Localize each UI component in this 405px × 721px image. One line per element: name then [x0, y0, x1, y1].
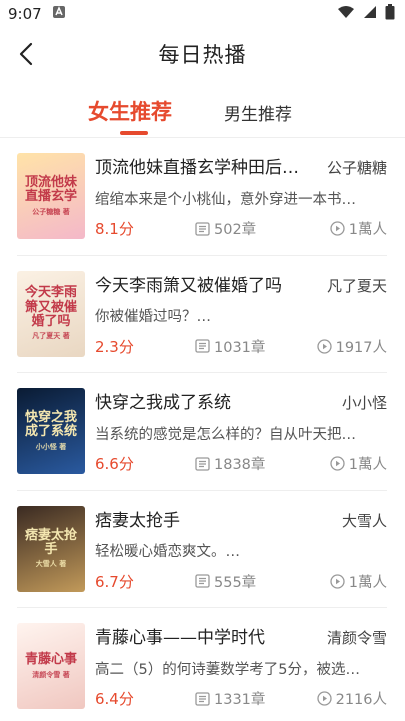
book-read-text: 1萬人 [348, 222, 387, 239]
book-chapter-count: 555章 [195, 571, 307, 592]
book-cover: 痞妻太抢手 大雪人 著 [17, 505, 85, 592]
book-score: 8.1分 [95, 220, 134, 239]
notification-icon [52, 5, 66, 23]
page-title: 每日热播 [158, 43, 247, 67]
book-list-item[interactable]: 快穿之我成了系统 小小怪 著 快穿之我成了系统 小小怪 当系统的感觉是怎么样的？… [17, 373, 387, 491]
battery-icon [385, 4, 395, 24]
book-read-count: 2116人 [316, 688, 387, 709]
book-read-count: 1萬人 [330, 453, 387, 474]
wifi-icon [337, 5, 355, 23]
book-list-item[interactable]: 顶流他妹直播玄学 公子糖糖 著 顶流他妹直播玄学种田后… 公子糖糖 绾绾本来是个… [17, 138, 387, 256]
book-cover-title: 痞妻太抢手 [24, 527, 77, 557]
book-icon [195, 574, 210, 588]
book-read-count: 1萬人 [330, 218, 387, 239]
book-title: 痞妻太抢手 [95, 510, 180, 531]
tab-bar: 女生推荐 男生推荐 [0, 80, 405, 138]
book-author: 清颜令雪 [326, 629, 387, 648]
book-list-item[interactable]: 痞妻太抢手 大雪人 著 痞妻太抢手 大雪人 轻松暖心婚恋爽文。… 6.7分 55… [17, 491, 387, 608]
book-description: 轻松暖心婚恋爽文。… [95, 544, 240, 561]
book-read-text: 1萬人 [348, 457, 387, 474]
book-cover-author: 清颜令雪 著 [32, 670, 70, 679]
book-cover: 顶流他妹直播玄学 公子糖糖 著 [17, 153, 85, 240]
book-chapter-count: 1331章 [195, 688, 307, 709]
signal-icon [363, 5, 377, 23]
book-title: 今天李雨箫又被催婚了吗 [95, 275, 282, 296]
play-circle-icon [316, 691, 332, 706]
book-chapter-count: 1031章 [195, 336, 307, 357]
book-cover-author: 大雪人 著 [35, 560, 67, 569]
book-info: 痞妻太抢手 大雪人 轻松暖心婚恋爽文。… 6.7分 555章 1萬人 [95, 506, 387, 592]
tab-label: 男生推荐 [224, 105, 292, 125]
book-read-count: 1萬人 [330, 571, 387, 592]
book-list-item[interactable]: 今天李雨箫又被催婚了吗 凡了夏天 著 今天李雨箫又被催婚了吗 凡了夏天 你被催婚… [17, 256, 387, 373]
app-bar: 每日热播 [0, 28, 405, 80]
book-icon [195, 222, 210, 236]
active-tab-indicator [120, 131, 148, 135]
book-description: 高二（5）的何诗萋数学考了5分，被选… [95, 661, 360, 678]
book-description: 你被催婚过吗？… [95, 309, 211, 326]
tab-label: 女生推荐 [88, 100, 172, 124]
book-info: 青藤心事——中学时代 清颜令雪 高二（5）的何诗萋数学考了5分，被选… 6.4分… [95, 623, 387, 709]
book-cover: 快穿之我成了系统 小小怪 著 [17, 388, 85, 475]
book-chapter-text: 1031章 [214, 339, 266, 356]
chevron-left-icon [19, 42, 33, 66]
book-cover: 青藤心事 清颜令雪 著 [17, 623, 85, 710]
book-score: 6.7分 [95, 572, 134, 591]
book-score: 6.6分 [95, 455, 134, 474]
book-icon [195, 692, 210, 706]
book-icon [195, 339, 210, 353]
play-circle-icon [330, 456, 345, 471]
book-score: 2.3分 [95, 337, 134, 356]
book-title: 青藤心事——中学时代 [95, 628, 265, 649]
book-list-item[interactable]: 青藤心事 清颜令雪 著 青藤心事——中学时代 清颜令雪 高二（5）的何诗萋数学考… [17, 608, 387, 721]
play-circle-icon [330, 221, 345, 236]
book-cover-title: 今天李雨箫又被催婚了吗 [24, 285, 77, 330]
back-button[interactable] [12, 40, 40, 68]
book-chapter-count: 1838章 [195, 453, 307, 474]
book-info: 快穿之我成了系统 小小怪 当系统的感觉是怎么样的？自从叶天把… 6.6分 183… [95, 388, 387, 474]
play-circle-icon [330, 574, 345, 589]
book-read-text: 2116人 [335, 692, 387, 709]
book-chapter-text: 1838章 [214, 457, 266, 474]
book-cover-author: 凡了夏天 著 [32, 332, 70, 341]
book-author: 凡了夏天 [326, 276, 387, 295]
book-cover-author: 小小怪 著 [35, 442, 67, 451]
book-chapter-text: 502章 [214, 222, 257, 239]
book-chapter-text: 1331章 [214, 692, 266, 709]
book-read-count: 1917人 [316, 336, 387, 357]
book-cover-title: 青藤心事 [24, 652, 77, 668]
tab-male-recommend[interactable]: 男生推荐 [224, 80, 292, 138]
tab-female-recommend[interactable]: 女生推荐 [88, 80, 172, 138]
book-chapter-count: 502章 [195, 218, 307, 239]
book-info: 顶流他妹直播玄学种田后… 公子糖糖 绾绾本来是个小桃仙，意外穿进一本书… 8.1… [95, 153, 387, 239]
book-read-text: 1萬人 [348, 574, 387, 591]
book-title: 快穿之我成了系统 [95, 393, 231, 414]
book-author: 公子糖糖 [326, 159, 387, 178]
book-icon [195, 457, 210, 471]
book-info: 今天李雨箫又被催婚了吗 凡了夏天 你被催婚过吗？… 2.3分 1031章 191… [95, 271, 387, 357]
book-cover: 今天李雨箫又被催婚了吗 凡了夏天 著 [17, 270, 85, 357]
book-author: 大雪人 [341, 511, 387, 530]
book-cover-title: 快穿之我成了系统 [24, 410, 77, 440]
book-author: 小小怪 [341, 394, 387, 413]
book-list: 顶流他妹直播玄学 公子糖糖 著 顶流他妹直播玄学种田后… 公子糖糖 绾绾本来是个… [0, 138, 405, 721]
play-circle-icon [316, 339, 332, 354]
book-description: 当系统的感觉是怎么样的？自从叶天把… [95, 426, 356, 443]
book-read-text: 1917人 [335, 339, 387, 356]
book-score: 6.4分 [95, 690, 134, 709]
book-title: 顶流他妹直播玄学种田后… [95, 158, 299, 179]
status-bar: 9:07 [0, 0, 405, 28]
book-description: 绾绾本来是个小桃仙，意外穿进一本书… [95, 191, 356, 208]
book-cover-author: 公子糖糖 著 [32, 207, 70, 216]
book-cover-title: 顶流他妹直播玄学 [24, 175, 77, 205]
book-chapter-text: 555章 [214, 574, 257, 591]
status-time: 9:07 [8, 5, 42, 23]
